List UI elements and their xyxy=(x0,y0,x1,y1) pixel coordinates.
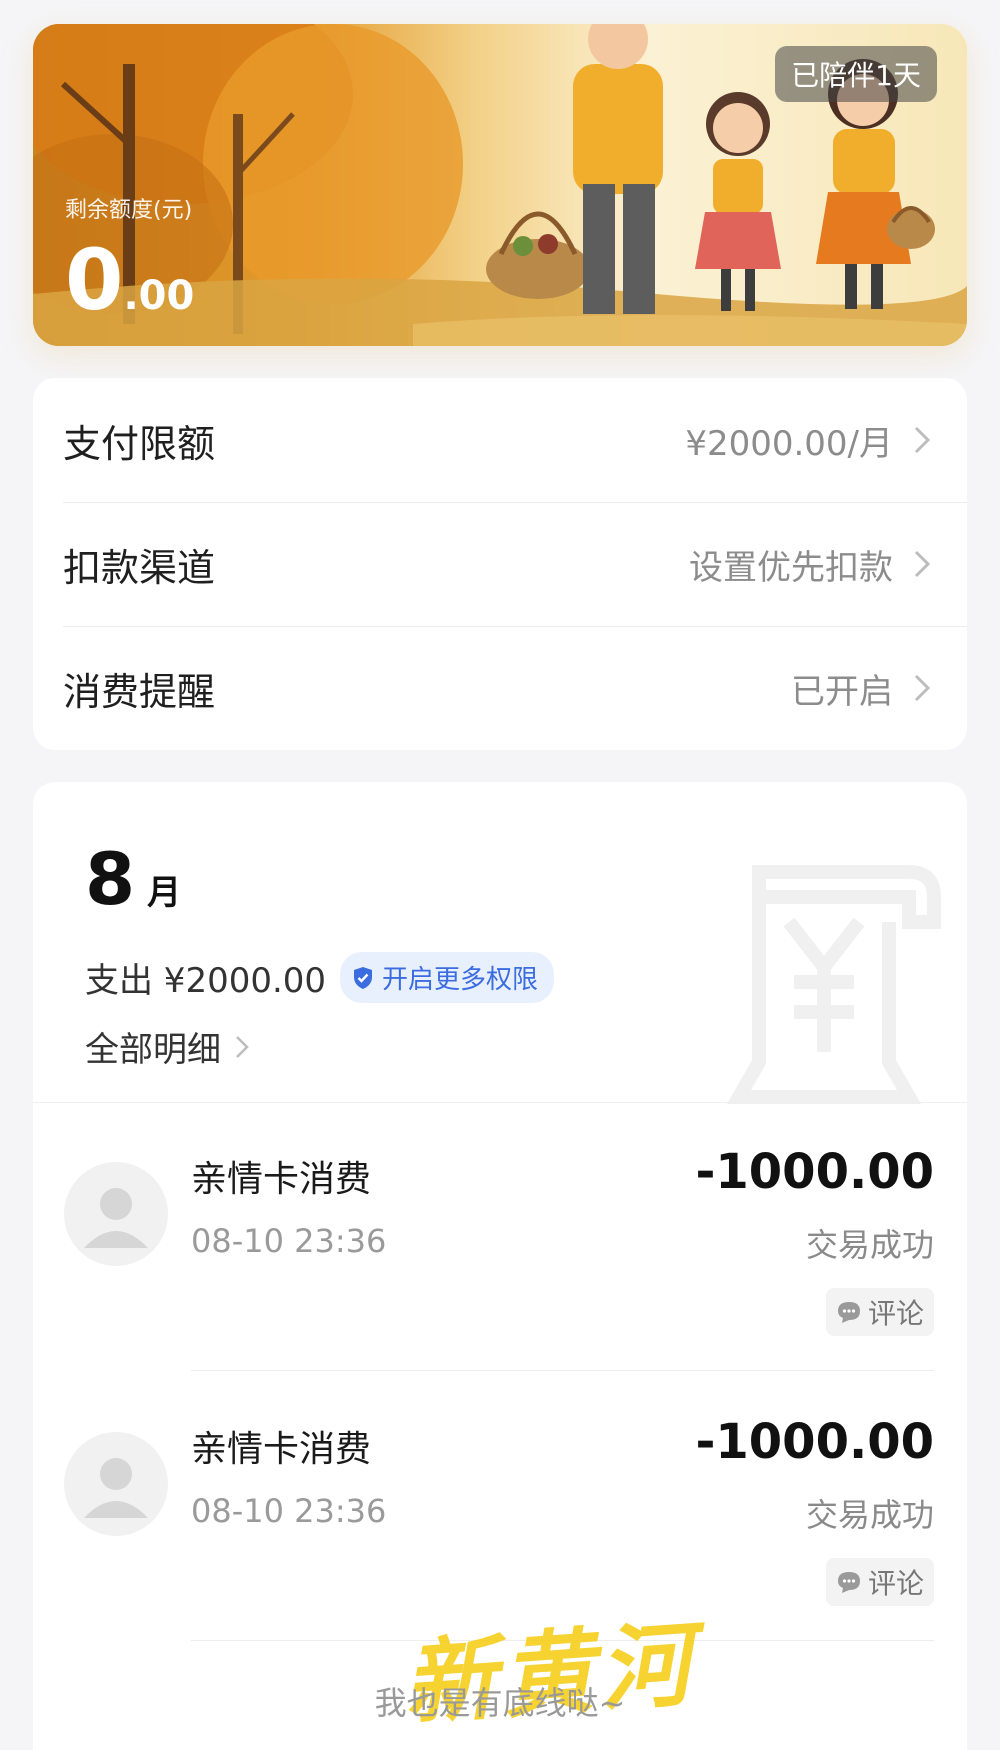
transaction-time: 08-10 23:36 xyxy=(191,1492,387,1530)
transaction-amount: -1000.00 xyxy=(695,1414,934,1470)
enable-more-permissions-label: 开启更多权限 xyxy=(382,965,539,995)
remaining-quota-value: 0 .00 xyxy=(65,238,194,322)
chevron-right-icon xyxy=(236,1035,249,1058)
companion-days-badge: 已陪伴1天 xyxy=(775,46,937,102)
payment-limit-label: 支付限额 xyxy=(63,421,216,466)
comment-button[interactable]: 评论 xyxy=(825,1558,934,1606)
shield-check-icon xyxy=(354,966,373,989)
chevron-right-icon xyxy=(914,426,931,454)
transaction-divider xyxy=(191,1370,934,1371)
chevron-right-icon xyxy=(914,674,931,702)
monthly-bill-card: 8 月 支出 ¥2000.00 开启更多权限 全部明细 亲情卡消费 08-10 … xyxy=(33,782,967,1750)
default-avatar-icon xyxy=(64,1432,168,1536)
transaction-status: 交易成功 xyxy=(805,1496,934,1534)
deduction-channel-row[interactable]: 扣款渠道 设置优先扣款 xyxy=(33,502,967,626)
comment-label: 评论 xyxy=(867,1297,924,1330)
spending-reminder-label: 消费提醒 xyxy=(63,669,216,714)
payment-limit-value: ¥2000.00/月 xyxy=(685,423,893,464)
month-number: 8 xyxy=(85,837,136,921)
transaction-row[interactable]: 亲情卡消费 08-10 23:36 -1000.00 交易成功 评论 xyxy=(33,1372,967,1640)
transaction-row[interactable]: 亲情卡消费 08-10 23:36 -1000.00 交易成功 评论 xyxy=(33,1102,967,1370)
enable-more-permissions-button[interactable]: 开启更多权限 xyxy=(340,952,555,1003)
comment-button[interactable]: 评论 xyxy=(825,1288,934,1336)
deduction-channel-value: 设置优先扣款 xyxy=(689,547,893,588)
transaction-status: 交易成功 xyxy=(805,1226,934,1264)
comment-bubble-icon xyxy=(837,1572,860,1593)
chevron-right-icon xyxy=(914,550,931,578)
comment-label: 评论 xyxy=(867,1567,924,1600)
payment-limit-row[interactable]: 支付限额 ¥2000.00/月 xyxy=(33,378,967,502)
default-avatar-icon xyxy=(64,1162,168,1266)
transaction-title: 亲情卡消费 xyxy=(191,1429,372,1470)
remaining-quota-integer: 0 xyxy=(65,231,124,329)
settings-card: 支付限额 ¥2000.00/月 扣款渠道 设置优先扣款 消费提醒 已开启 xyxy=(33,378,967,750)
month-unit: 月 xyxy=(147,873,182,913)
family-card-banner[interactable]: 剩余额度(元) 0 .00 已陪伴1天 xyxy=(33,24,967,346)
spending-reminder-value: 已开启 xyxy=(791,671,893,712)
comment-bubble-icon xyxy=(837,1302,860,1323)
all-details-link[interactable]: 全部明细 xyxy=(85,1022,249,1071)
all-details-label: 全部明细 xyxy=(85,1030,221,1070)
deduction-channel-label: 扣款渠道 xyxy=(63,545,216,590)
remaining-quota-label: 剩余额度(元) xyxy=(65,198,193,223)
expense-summary: 支出 ¥2000.00 开启更多权限 xyxy=(85,952,555,1003)
remaining-quota-decimal: .00 xyxy=(123,273,195,319)
transaction-title: 亲情卡消费 xyxy=(191,1159,372,1200)
end-of-list-note: 我也是有底线哒~ xyxy=(374,1684,626,1722)
transaction-time: 08-10 23:36 xyxy=(191,1222,387,1260)
monthly-expense: 支出 ¥2000.00 xyxy=(85,961,327,1001)
transaction-amount: -1000.00 xyxy=(695,1144,934,1200)
spending-reminder-row[interactable]: 消费提醒 已开启 xyxy=(33,626,967,750)
yuan-bill-icon xyxy=(726,865,941,1104)
bill-month: 8 月 xyxy=(85,837,181,921)
